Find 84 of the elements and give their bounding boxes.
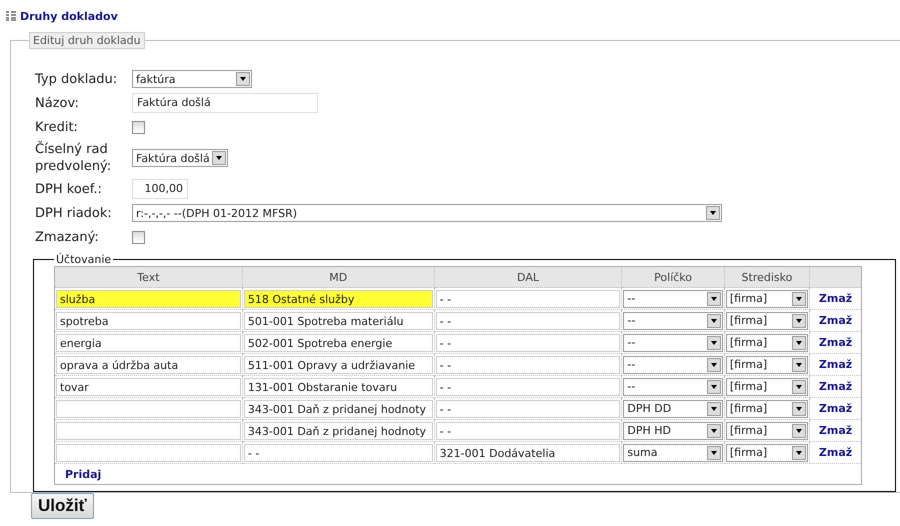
dropdown[interactable]: --: [623, 356, 723, 374]
field-label: DPH riadok:: [35, 204, 113, 222]
section-legend: Účtovanie: [54, 253, 114, 266]
caret-icon: [706, 206, 720, 220]
dropdown[interactable]: [firma]: [726, 444, 808, 462]
checkbox[interactable]: [132, 120, 145, 134]
input-field[interactable]: 131-001 Obstaranie tovaru: [244, 378, 433, 396]
dropdown[interactable]: [firma]: [726, 422, 808, 440]
dropdown[interactable]: [firma]: [726, 400, 808, 418]
column-header: DAL: [434, 266, 622, 288]
input-field[interactable]: tovar: [56, 378, 241, 396]
input-field[interactable]: - -: [436, 378, 620, 396]
caret-icon: [792, 292, 806, 306]
input-field[interactable]: 100,00: [132, 179, 188, 199]
caret-icon: [792, 380, 806, 394]
dropdown[interactable]: --: [623, 290, 723, 308]
dropdown[interactable]: --: [623, 334, 723, 352]
caret-icon: [792, 446, 806, 460]
field-label: Typ dokladu:: [35, 70, 118, 88]
caret-icon: [706, 380, 721, 394]
input-field[interactable]: [56, 400, 241, 418]
caret-icon: [212, 151, 226, 165]
dropdown[interactable]: [firma]: [726, 334, 808, 352]
dropdown[interactable]: faktúra: [132, 70, 252, 88]
caret-icon: [792, 336, 806, 350]
page-title: Druhy dokladov: [20, 10, 118, 22]
input-field[interactable]: 518 Ostatné služby: [244, 290, 433, 308]
input-field[interactable]: - -: [436, 334, 620, 352]
input-field[interactable]: [56, 444, 241, 462]
input-field[interactable]: Faktúra došlá: [132, 93, 318, 113]
dropdown[interactable]: suma: [623, 444, 723, 462]
field-label: Zmazaný:: [35, 228, 100, 246]
input-field[interactable]: - -: [436, 356, 620, 374]
input-field[interactable]: 502-001 Spotreba energie: [244, 334, 433, 352]
dropdown[interactable]: [firma]: [726, 312, 808, 330]
dropdown[interactable]: r:-,-,-,- --(DPH 01-2012 MFSR): [132, 204, 722, 222]
column-header: Text: [54, 266, 242, 288]
field-label: Číselný rad predvolený:: [35, 141, 112, 175]
dropdown[interactable]: --: [623, 378, 723, 396]
column-header: MD: [242, 266, 434, 288]
input-field[interactable]: - -: [244, 444, 433, 462]
input-field[interactable]: - -: [436, 400, 620, 418]
caret-icon: [706, 358, 721, 372]
field-label: Kredit:: [35, 118, 79, 136]
field-label: Názov:: [35, 94, 80, 112]
input-field[interactable]: - -: [436, 312, 620, 330]
dropdown[interactable]: [firma]: [726, 290, 808, 308]
caret-icon: [706, 292, 721, 306]
dropdown[interactable]: DPH HD: [623, 422, 723, 440]
input-field[interactable]: - -: [436, 422, 620, 440]
dropdown[interactable]: [firma]: [726, 356, 808, 374]
caret-icon: [706, 424, 721, 438]
caret-icon: [792, 424, 806, 438]
checkbox[interactable]: [132, 230, 145, 244]
column-header: Políčko: [622, 266, 724, 288]
input-field[interactable]: 501-001 Spotreba materiálu: [244, 312, 433, 330]
caret-icon: [792, 358, 806, 372]
dropdown[interactable]: Faktúra došlá: [132, 149, 228, 167]
input-field[interactable]: služba: [56, 290, 241, 308]
input-field[interactable]: 343-001 Daň z pridanej hodnoty: [244, 422, 433, 440]
dropdown[interactable]: [firma]: [726, 378, 808, 396]
add-link[interactable]: Pridaj: [65, 468, 102, 480]
caret-icon: [706, 446, 721, 460]
input-field[interactable]: energia: [56, 334, 241, 352]
list-icon: [6, 11, 16, 21]
caret-icon: [706, 336, 721, 350]
input-field[interactable]: 343-001 Daň z pridanej hodnoty: [244, 400, 433, 418]
input-field[interactable]: [56, 422, 241, 440]
caret-icon: [706, 402, 721, 416]
caret-icon: [792, 314, 806, 328]
input-field[interactable]: spotreba: [56, 312, 241, 330]
save-button[interactable]: Uložiť: [31, 493, 94, 519]
section-legend: Edituj druh dokladu: [29, 32, 145, 49]
caret-icon: [792, 402, 806, 416]
column-header: Stredisko: [724, 266, 810, 288]
caret-icon: [236, 72, 250, 86]
input-field[interactable]: - -: [436, 290, 620, 308]
input-field[interactable]: oprava a údržba auta: [56, 356, 241, 374]
input-field[interactable]: 511-001 Opravy a udržiavanie: [244, 356, 433, 374]
caret-icon: [706, 314, 721, 328]
dropdown[interactable]: DPH DD: [623, 400, 723, 418]
field-label: DPH koef.:: [35, 180, 103, 198]
dropdown[interactable]: --: [623, 312, 723, 330]
input-field[interactable]: 321-001 Dodávatelia: [436, 444, 620, 462]
